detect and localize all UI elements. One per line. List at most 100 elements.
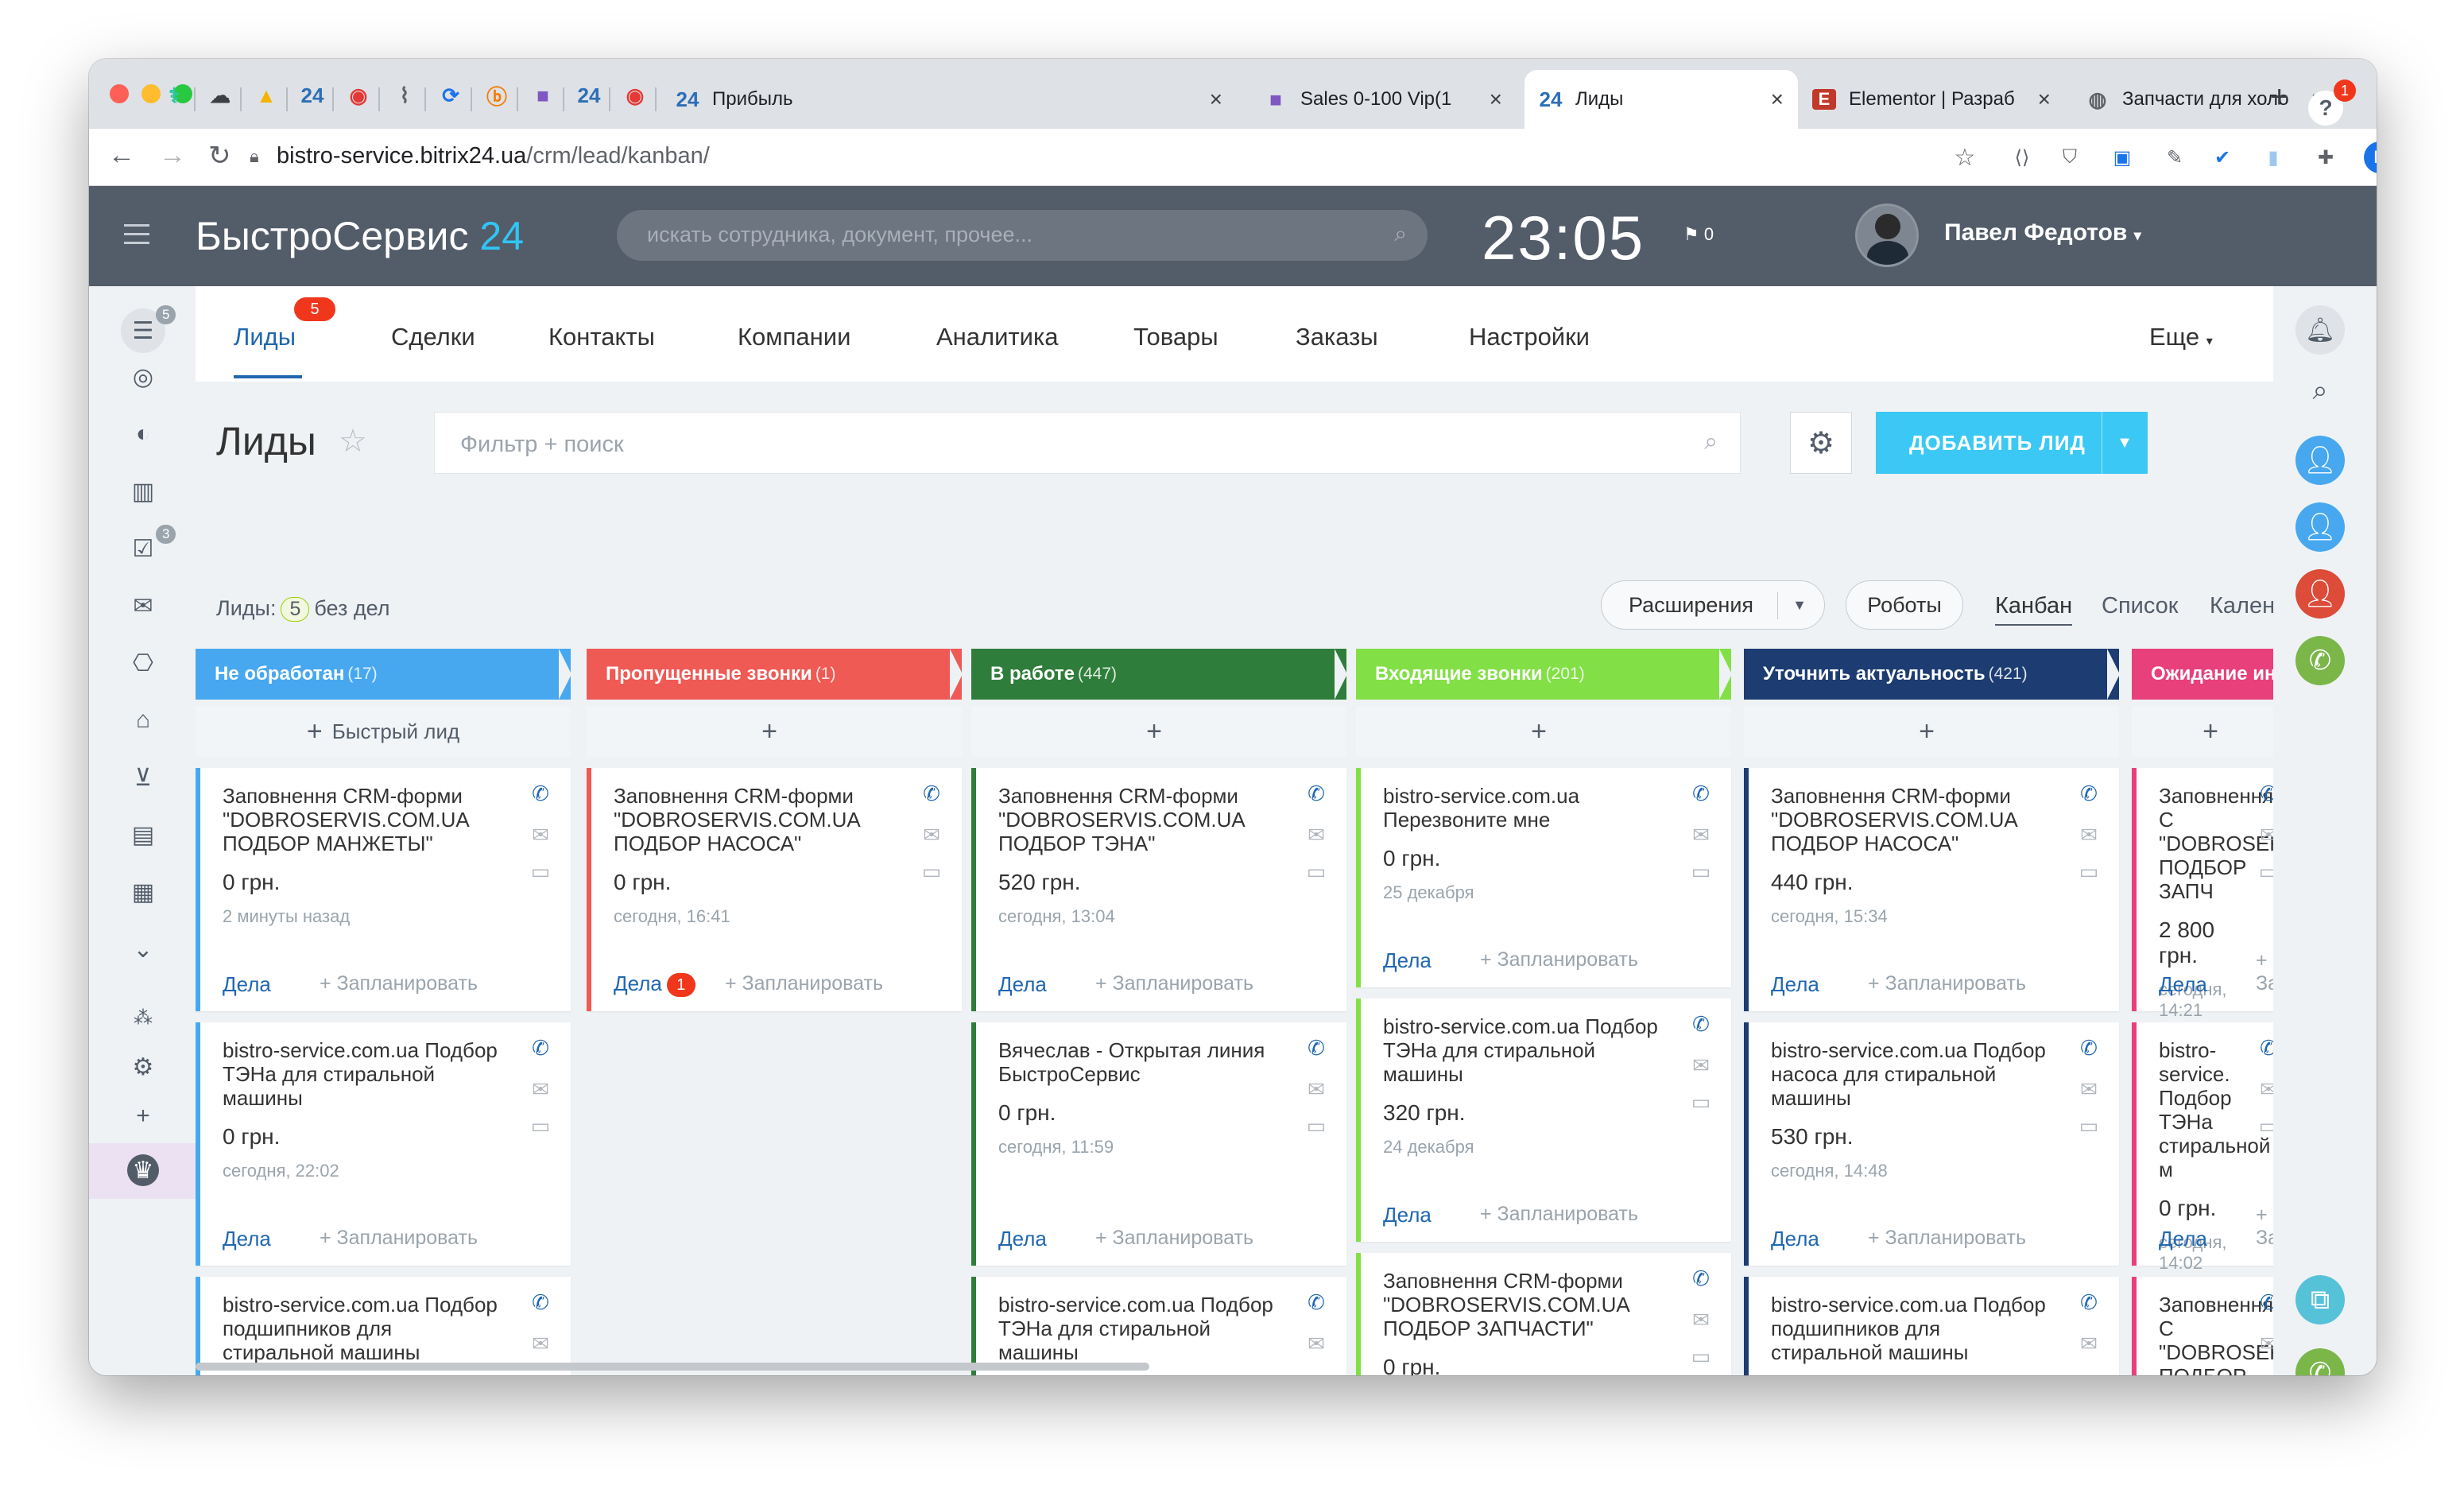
- close-icon[interactable]: ×: [1490, 87, 1502, 112]
- lead-title[interactable]: bistro-service. Подбор ТЭНа стиральной м: [2159, 1038, 2270, 1181]
- tab-parts[interactable]: ◍ Запчасти для холо ×: [2071, 70, 2338, 129]
- tab-leads-nav[interactable]: Лиды: [234, 323, 296, 351]
- mail-icon[interactable]: ✉: [1302, 1075, 1331, 1103]
- lead-title[interactable]: Заповнення CRM-форми "DOBROSERVIS.COM.UA…: [1383, 1269, 1668, 1340]
- phone-widget-icon[interactable]: ✆: [2295, 1348, 2345, 1375]
- phone-call-icon[interactable]: ✆: [2295, 636, 2345, 685]
- lead-card[interactable]: Заповнення CRM-форми "DOBROSERVIS.COM.UA…: [587, 768, 962, 1011]
- lead-title[interactable]: Заповнення CRM-форми "DOBROSERVIS.COM.UA…: [998, 784, 1283, 855]
- profile-avatar[interactable]: П: [2364, 142, 2377, 173]
- leads-count-badge[interactable]: 5: [281, 597, 310, 622]
- chat-icon[interactable]: ▭: [1687, 857, 1715, 886]
- lead-actions-link[interactable]: Дела 1: [614, 971, 695, 997]
- crown-icon[interactable]: ♛: [127, 1154, 159, 1186]
- tab-more[interactable]: Еще ▾: [2149, 323, 2213, 351]
- chat-icon[interactable]: ▭: [2254, 1111, 2273, 1140]
- lead-title[interactable]: Заповнення CRM-форми "DOBROSERVIS.COM.UA…: [614, 784, 898, 855]
- column-header[interactable]: Не обработан (17): [196, 649, 571, 700]
- mail-icon[interactable]: ✉: [526, 1075, 555, 1103]
- add-menu-icon[interactable]: +: [127, 1100, 159, 1132]
- reload-icon[interactable]: ↻: [208, 140, 231, 172]
- sidepanel-extension-icon[interactable]: ▮: [2259, 143, 2288, 172]
- chat-icon[interactable]: ▭: [1687, 1088, 1715, 1116]
- lead-actions-link[interactable]: Дела: [998, 1227, 1047, 1251]
- star-icon[interactable]: ☆: [339, 423, 367, 460]
- tasks-icon[interactable]: ☑: [127, 533, 159, 564]
- tab-companies[interactable]: Компании: [738, 323, 850, 351]
- settings-gear-icon[interactable]: ⚙: [127, 1051, 159, 1083]
- lead-card[interactable]: Заповнення С "DOBROSERVI ПОДБОР ЗАПЧ0 гр…: [2132, 1277, 2273, 1375]
- translate-extension-icon[interactable]: ▣: [2108, 143, 2137, 172]
- lead-actions-link[interactable]: Дела: [1771, 972, 1819, 997]
- settings-gear-button[interactable]: ⚙: [1790, 412, 1852, 474]
- phone-icon[interactable]: ✆: [2075, 779, 2103, 808]
- pinned-tab-wifi-icon[interactable]: ⌇: [386, 73, 423, 118]
- plan-activity-link[interactable]: + Запланировать: [1095, 972, 1253, 995]
- plan-activity-link[interactable]: + Запланировать: [2256, 1204, 2273, 1250]
- mail-icon[interactable]: ✉: [1302, 1329, 1331, 1358]
- tab-sales[interactable]: ■ Sales 0-100 Vip(1 ×: [1249, 70, 1517, 129]
- quick-add-lead-button[interactable]: +: [587, 706, 962, 757]
- phone-icon[interactable]: ✆: [917, 779, 946, 808]
- user-menu[interactable]: Павел Федотов ▾: [1944, 219, 2141, 246]
- add-lead-dropdown-icon[interactable]: ▼: [2102, 412, 2148, 474]
- mail-icon[interactable]: ✉: [2075, 1075, 2103, 1103]
- tab-leads[interactable]: 24 Лиды ×: [1525, 70, 1798, 129]
- mail-icon[interactable]: ✉: [1687, 1305, 1715, 1334]
- mail-icon[interactable]: ✉: [1687, 820, 1715, 849]
- lead-title[interactable]: bistro-service.com.ua Подбор ТЭНа для ст…: [998, 1293, 1283, 1364]
- robot-icon[interactable]: ⎔: [127, 647, 159, 679]
- view-kanban[interactable]: Канбан: [1995, 593, 2073, 626]
- header-search-input[interactable]: искать сотрудника, документ, прочее... ⌕: [617, 210, 1428, 261]
- tab-settings[interactable]: Настройки: [1469, 323, 1590, 351]
- apps-grid-icon[interactable]: ▦: [127, 876, 159, 908]
- lead-title[interactable]: Вячеслав - Открытая линия БыстроСервис: [998, 1038, 1283, 1086]
- pinned-tab-ads-icon[interactable]: ▲: [248, 73, 285, 118]
- lead-title[interactable]: Заповнення CRM-форми "DOBROSERVIS.COM.UA…: [1771, 784, 2055, 855]
- lead-card[interactable]: bistro-service.com.ua Подбор насоса для …: [1744, 1022, 2119, 1266]
- chat-user-avatar-2[interactable]: 👤︎: [2295, 502, 2345, 552]
- lead-card[interactable]: bistro-service.com.ua Подбор подшипников…: [1744, 1277, 2119, 1375]
- lead-actions-link[interactable]: Дела: [2159, 972, 2207, 997]
- search-icon[interactable]: ⌕: [1704, 429, 1718, 456]
- lead-title[interactable]: bistro-service.com.ua Подбор подшипников…: [1771, 1293, 2055, 1364]
- lead-card[interactable]: Заповнення CRM-форми "DOBROSERVIS.COM.UA…: [1356, 1253, 1731, 1375]
- lead-actions-link[interactable]: Дела: [1771, 1227, 1819, 1251]
- phone-icon[interactable]: ✆: [526, 1033, 555, 1062]
- lead-actions-link[interactable]: Дела: [998, 972, 1047, 997]
- chat-icon[interactable]: ▭: [1302, 1111, 1331, 1140]
- more-down-icon[interactable]: ⌄: [127, 933, 159, 965]
- mail-icon[interactable]: ✉: [2075, 1329, 2103, 1358]
- mail-icon[interactable]: ✉: [2254, 820, 2273, 849]
- extensions-button[interactable]: Расширения ▼: [1601, 580, 1825, 630]
- chat-icon[interactable]: ▭: [526, 1111, 555, 1140]
- add-lead-button[interactable]: ДОБАВИТЬ ЛИД ▼: [1876, 412, 2148, 474]
- calendar-icon[interactable]: ▤: [127, 819, 159, 851]
- chart-icon[interactable]: ▥: [127, 475, 159, 507]
- lead-title[interactable]: Заповнення С "DOBROSERVI ПОДБОР ЗАПЧ: [2159, 784, 2273, 903]
- phone-icon[interactable]: ✆: [2254, 1033, 2273, 1062]
- phone-icon[interactable]: ✆: [2254, 1288, 2273, 1317]
- lead-card[interactable]: bistro-service. Подбор ТЭНа стиральной м…: [2132, 1022, 2273, 1273]
- lead-card[interactable]: bistro-service.com.ua Подбор ТЭНа для ст…: [971, 1277, 1346, 1375]
- plan-activity-link[interactable]: + Запланировать: [2256, 949, 2273, 995]
- chat-icon[interactable]: ▭: [2254, 1366, 2273, 1376]
- mail-icon[interactable]: ✉: [2075, 820, 2103, 849]
- lead-card[interactable]: Заповнення С "DOBROSERVI ПОДБОР ЗАПЧ 2 80…: [2132, 768, 2273, 1020]
- user-avatar[interactable]: [1855, 204, 1919, 267]
- bookmark-star-icon[interactable]: ☆: [1951, 143, 1979, 172]
- plan-activity-link[interactable]: + Запланировать: [320, 972, 478, 995]
- chat-user-avatar-1[interactable]: 👤︎: [2295, 436, 2345, 485]
- tab-contacts[interactable]: Контакты: [548, 323, 655, 351]
- chat-icon[interactable]: ▭: [2075, 1111, 2103, 1140]
- chat-icon[interactable]: ▭: [917, 857, 946, 886]
- lead-title[interactable]: bistro-service.com.ua Перезвоните мне: [1383, 784, 1668, 832]
- phone-icon[interactable]: ✆: [1687, 1010, 1715, 1038]
- lead-actions-link[interactable]: Дела: [223, 972, 271, 997]
- mail-icon[interactable]: ✉: [2254, 1329, 2273, 1358]
- lead-title[interactable]: Заповнення CRM-форми "DOBROSERVIS.COM.UA…: [223, 784, 507, 855]
- chat-icon[interactable]: ▭: [2254, 857, 2273, 886]
- mail-icon[interactable]: ✉: [127, 590, 159, 622]
- pinned-tab-power-icon[interactable]: ◉: [340, 73, 377, 118]
- mail-icon[interactable]: ✉: [526, 1329, 555, 1358]
